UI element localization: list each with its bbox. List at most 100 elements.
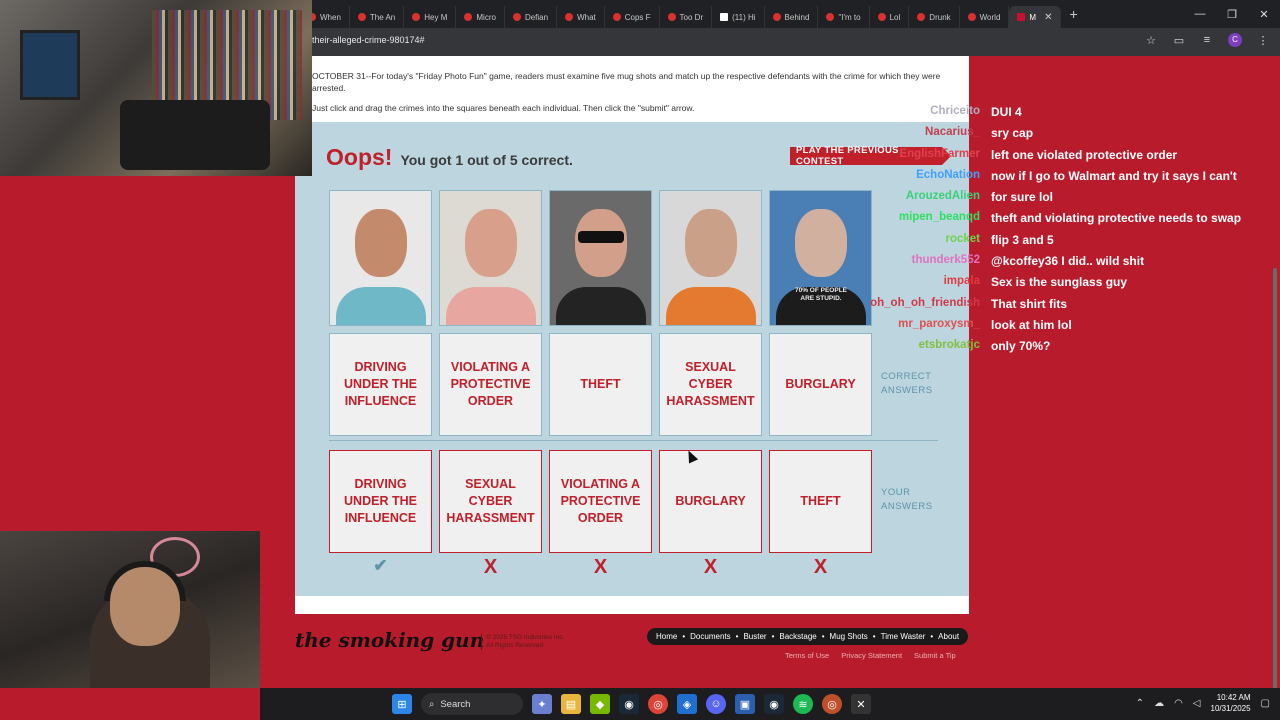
tab-label: World bbox=[979, 12, 1001, 22]
tab-favicon-icon bbox=[412, 13, 421, 21]
chat-username[interactable]: thunderk552 bbox=[912, 254, 980, 266]
footer-nav-link[interactable]: About bbox=[938, 632, 959, 641]
footer-sublink[interactable]: Privacy Statement bbox=[841, 651, 902, 660]
volume-icon[interactable]: ◁ bbox=[1193, 698, 1201, 709]
browser-tab[interactable]: Micro bbox=[456, 6, 505, 28]
chat-text: DUI 4 bbox=[991, 105, 1022, 119]
browser-tab[interactable]: What bbox=[557, 6, 605, 28]
file-explorer-icon[interactable]: ▤ bbox=[561, 694, 581, 714]
restore-icon[interactable]: ❐ bbox=[1216, 0, 1248, 28]
tab-close-icon[interactable]: ✕ bbox=[1044, 12, 1052, 23]
tab-label: When bbox=[320, 12, 341, 22]
browser-tab[interactable]: Hey M bbox=[404, 6, 457, 28]
your-answer-box[interactable]: THEFT bbox=[769, 450, 872, 553]
browser-tab[interactable]: Behind bbox=[765, 6, 819, 28]
chat-message: EchoNation now if I go to Walmart and try… bbox=[862, 166, 1262, 187]
windows-taskbar: ⊞ ⌕ Search ✦ ▤ ◆ ◉ ◎ ◈ ☺ ▣ ◉ ≋ ◎ ✕ ⌃ ☁ ◠… bbox=[260, 688, 1280, 720]
spotify-icon[interactable]: ≋ bbox=[793, 694, 813, 714]
chat-username[interactable]: mipen_beanqd bbox=[899, 211, 980, 223]
footer-nav-link[interactable]: Mug Shots bbox=[830, 632, 868, 641]
chat-username[interactable]: impala bbox=[944, 275, 980, 287]
chat-message: impala Sex is the sunglass guy bbox=[862, 272, 1262, 293]
your-answer-box[interactable]: DRIVING UNDER THE INFLUENCE bbox=[329, 450, 432, 553]
url-text[interactable]: their-alleged-crime-980174# bbox=[312, 35, 425, 45]
chat-text: sry cap bbox=[991, 126, 1034, 141]
taskbar-search[interactable]: ⌕ Search bbox=[421, 693, 523, 715]
taskbar-apps: ⊞ ⌕ Search ✦ ▤ ◆ ◉ ◎ ◈ ☺ ▣ ◉ ≋ ◎ ✕ bbox=[392, 693, 871, 715]
chat-message: rocket flip 3 and 5 bbox=[862, 230, 1262, 251]
app-icon[interactable]: ◈ bbox=[677, 694, 697, 714]
cast-icon[interactable]: ▭ bbox=[1172, 34, 1186, 47]
page-scrollbar[interactable] bbox=[1270, 56, 1280, 716]
stream-chat: Chriceito DUI 4 Nacarius_ sry cap EnglishFar… bbox=[862, 102, 1262, 358]
widget-icon[interactable]: ✦ bbox=[532, 694, 552, 714]
footer-sublink[interactable]: Submit a Tip bbox=[914, 651, 956, 660]
tray-chevron-icon[interactable]: ⌃ bbox=[1136, 698, 1144, 709]
profile-avatar[interactable]: C bbox=[1228, 33, 1242, 47]
wrong-x-icon: X bbox=[703, 556, 718, 578]
tab-label: Defian bbox=[524, 12, 549, 22]
chat-username[interactable]: mr_paroxysm_ bbox=[898, 318, 980, 330]
nav-separator: • bbox=[930, 632, 934, 641]
steam-icon[interactable]: ◉ bbox=[619, 694, 639, 714]
browser-tab[interactable]: Cops F bbox=[605, 6, 660, 28]
chat-text: for sure lol bbox=[991, 190, 1054, 205]
webcam-room bbox=[0, 0, 312, 176]
browser-tab[interactable]: "I'm to bbox=[818, 6, 870, 28]
chrome-icon[interactable]: ◎ bbox=[648, 694, 668, 714]
streamdeck-icon[interactable]: ▣ bbox=[735, 694, 755, 714]
cloud-icon[interactable]: ☁ bbox=[1154, 698, 1164, 709]
browser-tab[interactable]: Drunk bbox=[909, 6, 960, 28]
your-answer-box[interactable]: SEXUAL CYBER HARASSMENT bbox=[439, 450, 542, 553]
chat-username[interactable]: EchoNation bbox=[916, 169, 980, 181]
browser-tab[interactable]: The An bbox=[350, 6, 405, 28]
chat-username[interactable]: ArouzedAlien bbox=[906, 190, 980, 202]
chat-username[interactable]: Chriceito bbox=[930, 105, 980, 117]
mugshot-5: 70% OF PEOPLE ARE STUPID. bbox=[769, 190, 872, 326]
taskbar-clock[interactable]: 10:42 AM 10/31/2025 bbox=[1211, 692, 1251, 714]
windows-start-icon[interactable]: ⊞ bbox=[392, 694, 412, 714]
bookmark-star-icon[interactable]: ☆ bbox=[1144, 34, 1158, 47]
close-icon[interactable]: ✕ bbox=[1248, 0, 1280, 28]
browser-tab[interactable]: M ✕ bbox=[1009, 6, 1062, 28]
footer-nav-link[interactable]: Home bbox=[656, 632, 677, 641]
browser-tab[interactable]: World bbox=[960, 6, 1010, 28]
media-icon[interactable]: ≡ bbox=[1200, 34, 1214, 46]
chrome-active-icon[interactable]: ◎ bbox=[822, 694, 842, 714]
chat-username[interactable]: Nacarius_ bbox=[925, 126, 980, 138]
notification-icon[interactable]: ▢ bbox=[1261, 698, 1270, 709]
copyright-line-1: © 2025 TSG Industries Inc. bbox=[486, 634, 565, 641]
nav-separator: • bbox=[771, 632, 775, 641]
tab-favicon-icon bbox=[565, 13, 574, 21]
smoking-gun-logo[interactable]: the smoking gun bbox=[295, 628, 484, 652]
discord-icon[interactable]: ☺ bbox=[706, 694, 726, 714]
tab-favicon-icon bbox=[357, 13, 366, 21]
footer-sublink[interactable]: Terms of Use bbox=[785, 651, 829, 660]
chat-username[interactable]: rocket bbox=[945, 233, 980, 245]
wifi-icon[interactable]: ◠ bbox=[1174, 698, 1183, 709]
browser-tab[interactable]: (11) Hi bbox=[712, 6, 765, 28]
tab-label: "I'm to bbox=[838, 12, 861, 22]
your-answer-box[interactable]: VIOLATING A PROTECTIVE ORDER bbox=[549, 450, 652, 553]
chat-username[interactable]: etsbrokatjc bbox=[919, 339, 980, 351]
terminal-icon[interactable]: ✕ bbox=[851, 694, 871, 714]
chat-username[interactable]: oh_oh_oh_friendish bbox=[870, 297, 980, 309]
chat-text: now if I go to Walmart and try it says I… bbox=[991, 168, 1237, 183]
browser-tab[interactable]: Too Dr bbox=[660, 6, 713, 28]
scrollbar-thumb[interactable] bbox=[1273, 268, 1277, 716]
nvidia-icon[interactable]: ◆ bbox=[590, 694, 610, 714]
menu-icon[interactable]: ⋮ bbox=[1256, 34, 1270, 47]
chat-username[interactable]: EnglishFarmer bbox=[899, 148, 980, 160]
chat-text: left one violated protective order bbox=[991, 147, 1178, 162]
footer-nav-link[interactable]: Time Waster bbox=[881, 632, 926, 641]
footer-nav-link[interactable]: Buster bbox=[743, 632, 766, 641]
footer-nav-link[interactable]: Backstage bbox=[779, 632, 816, 641]
steam-secondary-icon[interactable]: ◉ bbox=[764, 694, 784, 714]
footer-nav-link[interactable]: Documents bbox=[690, 632, 730, 641]
chat-message: mipen_beanqd theft and violating protecti… bbox=[862, 208, 1262, 229]
minimize-icon[interactable]: — bbox=[1184, 0, 1216, 28]
your-answer-box[interactable]: BURGLARY bbox=[659, 450, 762, 553]
browser-tab[interactable]: Lol bbox=[870, 6, 910, 28]
new-tab-button[interactable]: + bbox=[1069, 6, 1077, 22]
browser-tab[interactable]: Defian bbox=[505, 6, 558, 28]
